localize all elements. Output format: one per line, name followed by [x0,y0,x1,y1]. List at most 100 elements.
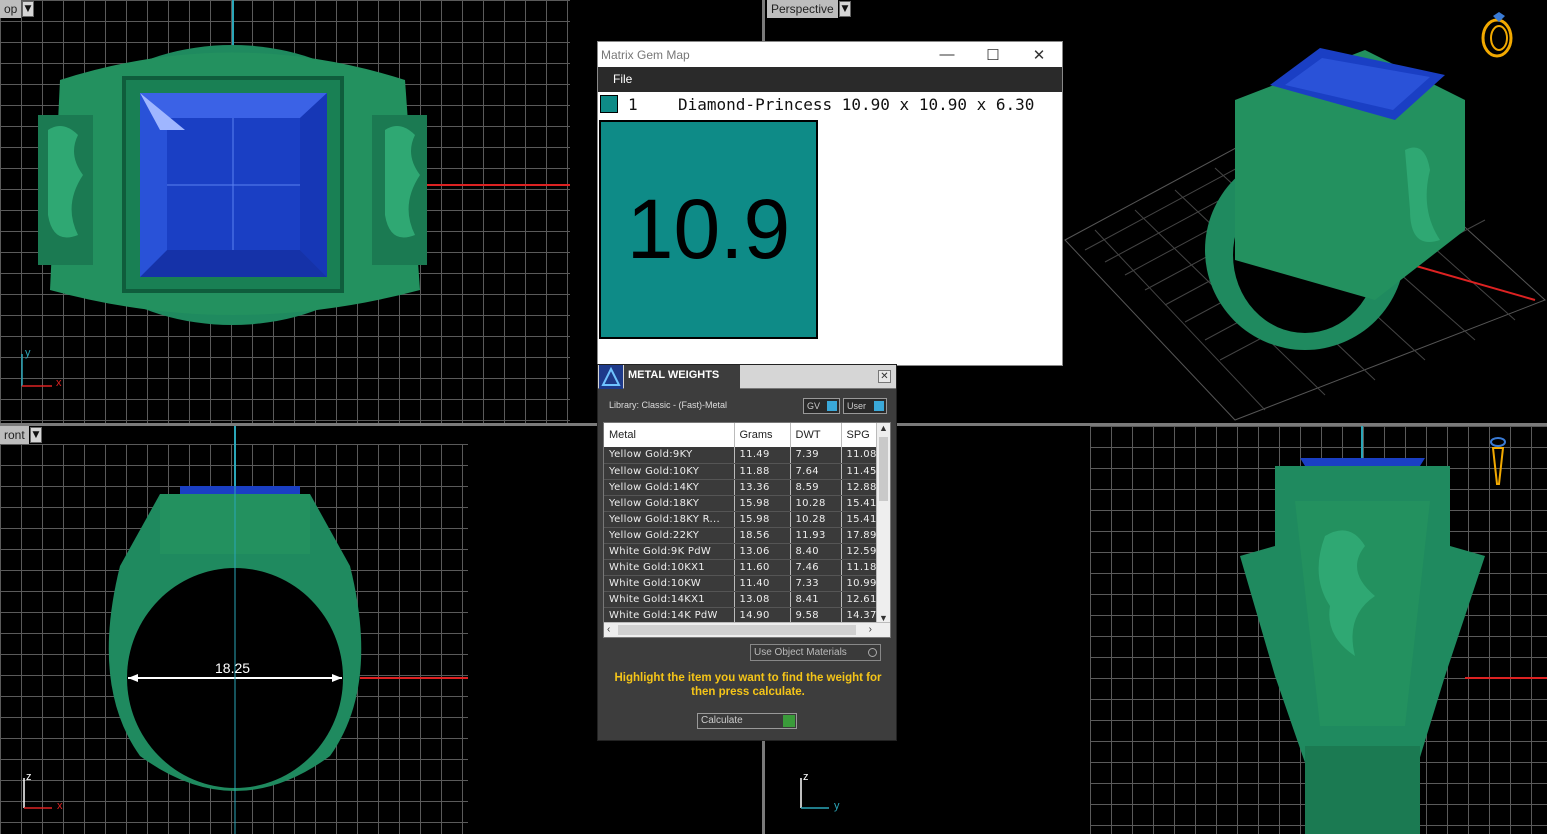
gem-map-menubar: File [598,67,1062,92]
use-object-materials-toggle[interactable]: Use Object Materials [750,644,881,661]
vertical-scroll-thumb[interactable] [879,437,888,501]
cell-dwt: 7.33 [790,575,842,592]
table-row[interactable]: Yellow Gold:18KY R... 15.98 10.28 15.41 [604,511,878,528]
calculate-label: Calculate [701,715,743,726]
gem-map-title: Matrix Gem Map [601,47,690,62]
front-viewport-label[interactable]: ront [0,426,29,444]
top-viewport-dropdown-icon[interactable]: ▼ [22,1,34,17]
menu-file[interactable]: File [613,72,632,86]
table-row[interactable]: Yellow Gold:22KY 18.56 11.93 17.89 [604,527,878,544]
gv-toggle[interactable]: GV [803,398,840,414]
ring-front-view [108,426,468,834]
scroll-right-icon[interactable]: › [869,624,872,635]
cell-spg: 11.08 [841,447,878,464]
column-header-spg[interactable]: SPG [841,423,878,447]
cell-metal: White Gold:10KW [604,575,735,592]
top-viewport-label[interactable]: op [0,0,22,18]
close-icon[interactable]: ✕ [1016,46,1062,64]
cell-metal: White Gold:14K PdW [604,607,735,624]
metal-weights-title: METAL WEIGHTS [624,365,740,389]
horizontal-scroll-thumb[interactable] [618,625,856,635]
cell-spg: 15.41 [841,495,878,512]
gem-index: 1 [628,94,638,114]
cell-grams: 13.06 [734,543,791,560]
user-toggle[interactable]: User [843,398,887,414]
table-vertical-scrollbar[interactable]: ▲ ▼ [876,423,890,623]
cell-metal: White Gold:10KX1 [604,559,735,576]
cell-grams: 11.88 [734,463,791,480]
cell-spg: 12.59 [841,543,878,560]
maximize-icon[interactable]: ☐ [970,46,1016,64]
instructions-text: Highlight the item you want to find the … [614,672,882,698]
cell-metal: Yellow Gold:18KY [604,495,735,512]
table-row[interactable]: White Gold:9K PdW 13.06 8.40 12.59 [604,543,878,560]
table-row[interactable]: Yellow Gold:9KY 11.49 7.39 11.08 [604,447,878,464]
top-viewport[interactable]: op ▼ y x [0,0,570,423]
perspective-viewport-label[interactable]: Perspective [767,0,838,18]
table-header-row: Metal Grams DWT SPG [604,423,878,447]
top-axis-y-label: y [25,347,31,359]
right-axis-z-label: z [803,771,809,783]
gem-color-swatch [600,95,618,113]
play-icon [783,715,795,727]
library-label: Library: Classic - (Fast)-Metal [609,400,728,410]
front-viewport-dropdown-icon[interactable]: ▼ [30,427,42,443]
gem-size-value: 10.9 [626,182,791,276]
table-row[interactable]: Yellow Gold:14KY 13.36 8.59 12.88 [604,479,878,496]
cell-metal: Yellow Gold:22KY [604,527,735,544]
cell-metal: Yellow Gold:9KY [604,447,735,464]
ring-size-measurement: 18.25 [215,660,251,676]
use-object-materials-label: Use Object Materials [754,647,847,658]
ring-gizmo-icon[interactable] [1477,10,1517,60]
table-row[interactable]: White Gold:10KW 11.40 7.33 10.99 [604,575,878,592]
column-header-dwt[interactable]: DWT [790,423,842,447]
table-row[interactable]: Yellow Gold:18KY 15.98 10.28 15.41 [604,495,878,512]
cell-grams: 11.60 [734,559,791,576]
scroll-up-icon[interactable]: ▲ [879,423,888,433]
gem-map-titlebar[interactable]: Matrix Gem Map — ☐ ✕ [598,42,1062,67]
cell-metal: White Gold:14KX1 [604,591,735,608]
minimize-icon[interactable]: — [924,46,970,63]
cell-metal: Yellow Gold:14KY [604,479,735,496]
cell-dwt: 9.58 [790,607,842,624]
table-row[interactable]: Yellow Gold:10KY 11.88 7.64 11.45 [604,463,878,480]
cell-spg: 11.45 [841,463,878,480]
matrix-logo-icon [599,365,623,389]
cell-spg: 14.37 [841,607,878,624]
cell-dwt: 10.28 [790,495,842,512]
close-icon[interactable]: ✕ [878,370,891,383]
gv-toggle-label: GV [807,401,821,411]
calculate-button[interactable]: Calculate [697,713,797,729]
cell-grams: 14.90 [734,607,791,624]
perspective-viewport-dropdown-icon[interactable]: ▼ [839,1,851,17]
cell-dwt: 8.59 [790,479,842,496]
front-viewport[interactable]: 18.25 ront ▼ z x [0,426,595,834]
gem-list-item[interactable]: 1 Diamond-Princess 10.90 x 10.90 x 6.30 [600,94,1034,114]
cell-spg: 11.18 [841,559,878,576]
metal-weights-panel: METAL WEIGHTS ✕ Library: Classic - (Fast… [597,364,897,741]
metal-weights-header[interactable]: METAL WEIGHTS ✕ [598,365,896,389]
table-row[interactable]: White Gold:14KX1 13.08 8.41 12.61 [604,591,878,608]
cell-grams: 11.49 [734,447,791,464]
table-row[interactable]: White Gold:10KX1 11.60 7.46 11.18 [604,559,878,576]
cell-dwt: 7.39 [790,447,842,464]
gem-map-window: Matrix Gem Map — ☐ ✕ File 1 Diamond-Prin… [597,41,1063,366]
column-header-metal[interactable]: Metal [604,423,735,447]
scroll-left-icon[interactable]: ‹ [607,624,610,635]
table-horizontal-scrollbar[interactable]: ‹ › [604,622,890,637]
cell-dwt: 8.41 [790,591,842,608]
cell-dwt: 11.93 [790,527,842,544]
column-header-grams[interactable]: Grams [734,423,791,447]
gem-description: Diamond-Princess 10.90 x 10.90 x 6.30 [678,94,1035,114]
cell-grams: 15.98 [734,511,791,528]
cell-grams: 13.08 [734,591,791,608]
cell-grams: 18.56 [734,527,791,544]
pin-gizmo-icon[interactable] [1483,434,1513,489]
table-row[interactable]: White Gold:14K PdW 14.90 9.58 14.37 [604,607,878,624]
cell-spg: 15.41 [841,511,878,528]
cell-metal: White Gold:9K PdW [604,543,735,560]
cell-spg: 12.88 [841,479,878,496]
cell-dwt: 7.46 [790,559,842,576]
top-axis-x-label: x [56,377,62,389]
cell-grams: 15.98 [734,495,791,512]
